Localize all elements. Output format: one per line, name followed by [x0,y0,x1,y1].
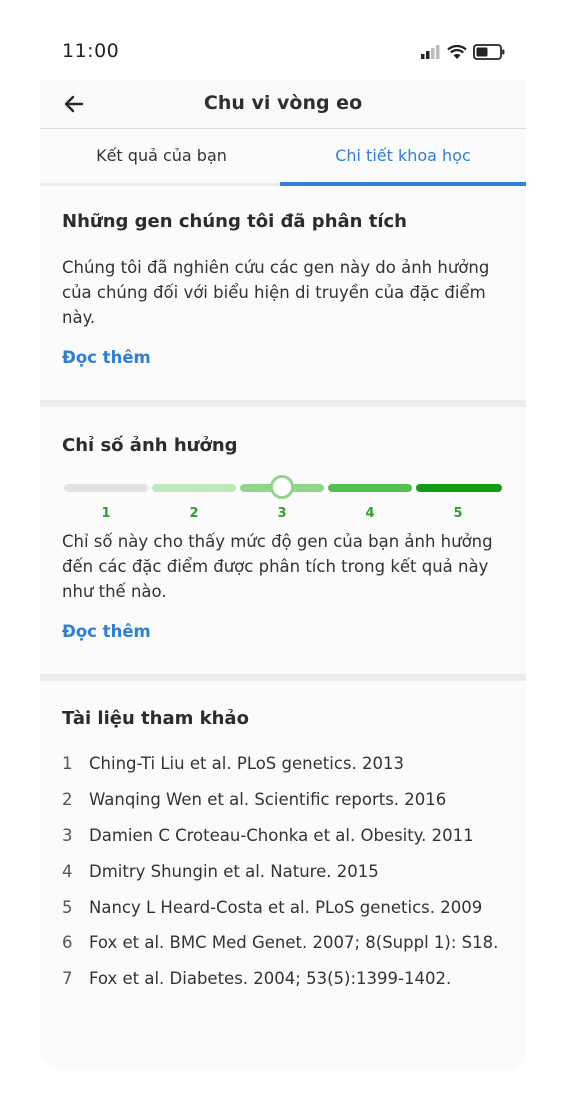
reference-text: Dmitry Shungin et al. Nature. 2015 [89,862,379,881]
genes-text-line: Chúng tôi đã nghiên cứu các gen này do ả… [62,258,490,277]
reference-number: 3 [62,826,73,845]
impact-section-title: Chỉ số ảnh hưởng [62,435,238,456]
impact-text-line: như thế nào. [62,582,167,601]
tab-bar: Kết quả của bạn Chi tiết khoa học [40,129,526,186]
reference-number: 4 [62,862,73,881]
reference-number: 1 [62,754,73,773]
scale-segment-4 [328,484,412,492]
app-bar: Chu vi vòng eo [40,80,526,129]
content-card: Chu vi vòng eo Kết quả của bạn Chi tiết … [40,80,526,1070]
status-time: 11:00 [62,40,120,62]
tab-your-results[interactable]: Kết quả của bạn [40,129,283,183]
scale-segment-2 [152,484,236,492]
cellular-signal-icon [421,45,440,59]
scale-segment-5 [416,484,502,492]
scale-label-3: 3 [277,506,287,521]
impact-text-line: Chỉ số này cho thấy mức độ gen của bạn ả… [62,532,493,551]
reference-item: 6 Fox et al. BMC Med Genet. 2007; 8(Supp… [62,933,512,952]
scale-segment-1 [64,484,148,492]
tab-scientific-details[interactable]: Chi tiết khoa học [280,129,526,183]
scale-label-1: 1 [101,506,111,521]
wifi-icon [447,44,467,59]
reference-item: 5 Nancy L Heard-Costa et al. PLoS geneti… [62,898,512,917]
reference-text: Nancy L Heard-Costa et al. PLoS genetics… [89,898,483,917]
reference-item: 4 Dmitry Shungin et al. Nature. 2015 [62,862,512,881]
genes-text-line: này. [62,308,96,327]
genes-section-title: Những gen chúng tôi đã phân tích [62,211,407,232]
page-title: Chu vi vòng eo [203,92,363,114]
scale-level-marker [270,475,294,499]
scale-label-4: 4 [365,506,375,521]
reference-number: 2 [62,790,73,809]
reference-number: 5 [62,898,73,917]
status-icons [421,44,505,60]
reference-number: 6 [62,933,73,952]
reference-text: Wanqing Wen et al. Scientific reports. 2… [89,790,447,809]
section-divider [40,400,526,407]
reference-item: 7 Fox et al. Diabetes. 2004; 53(5):1399-… [62,969,512,988]
reference-text: Fox et al. BMC Med Genet. 2007; 8(Suppl … [89,933,499,952]
reference-item: 3 Damien C Croteau-Chonka et al. Obesity… [62,826,512,845]
reference-item: 1 Ching-Ti Liu et al. PLoS genetics. 201… [62,754,512,773]
reference-text: Damien C Croteau-Chonka et al. Obesity. … [89,826,474,845]
genes-section-text: Chúng tôi đã nghiên cứu các gen này do ả… [62,255,512,330]
section-divider [40,674,526,681]
impact-read-more-link[interactable]: Đọc thêm [62,622,151,641]
status-bar: 11:00 [0,0,567,80]
battery-icon [473,44,505,60]
reference-text: Ching-Ti Liu et al. PLoS genetics. 2013 [89,754,404,773]
reference-item: 2 Wanqing Wen et al. Scientific reports.… [62,790,512,809]
impact-section-text: Chỉ số này cho thấy mức độ gen của bạn ả… [62,529,512,604]
reference-number: 7 [62,969,73,988]
reference-text: Fox et al. Diabetes. 2004; 53(5):1399-14… [89,969,452,988]
scale-label-2: 2 [189,506,199,521]
impact-text-line: đến các đặc điểm được phân tích trong kế… [62,557,489,576]
impact-scale [64,475,502,499]
references-title: Tài liệu tham khảo [62,708,249,729]
genes-read-more-link[interactable]: Đọc thêm [62,348,151,367]
scale-label-5: 5 [453,506,463,521]
genes-text-line: của chúng đối với biểu hiện di truyền củ… [62,283,486,302]
